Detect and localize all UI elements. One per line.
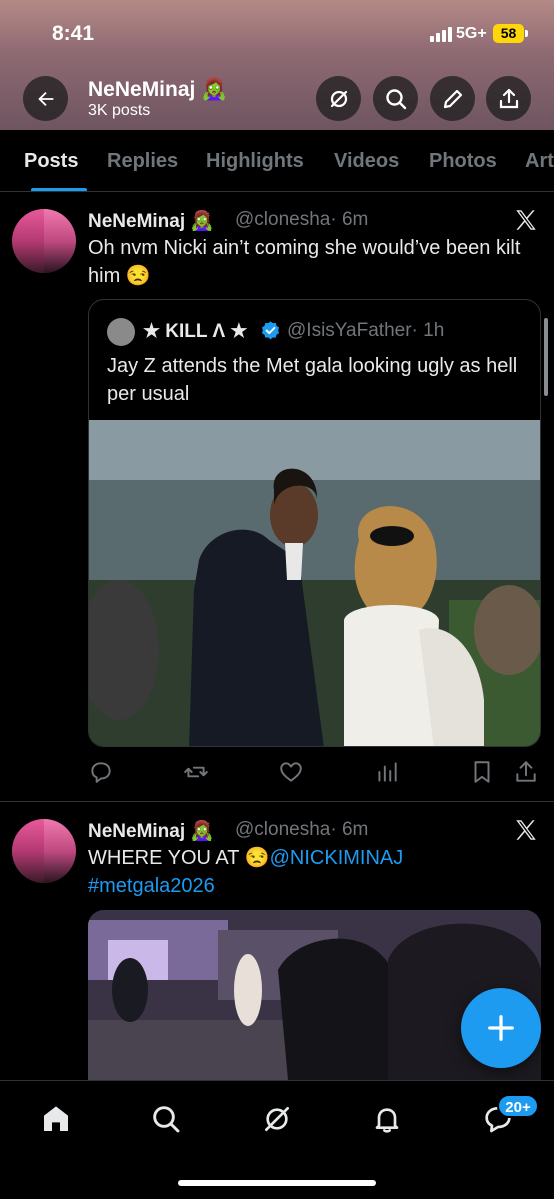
x-logo-icon: [516, 210, 536, 230]
nav-search[interactable]: [146, 1099, 186, 1139]
signal-icon: [430, 27, 452, 42]
home-icon: [44, 1106, 68, 1131]
met-gala-photo: [89, 420, 540, 746]
grok-icon: [265, 1107, 289, 1131]
quote-text: Jay Z attends the Met gala looking ugly …: [107, 355, 518, 405]
verified-badge-icon: [261, 321, 280, 340]
tab-posts[interactable]: Posts: [24, 150, 78, 173]
home-indicator[interactable]: [178, 1180, 376, 1186]
quote-author-name[interactable]: ★ KILL Λ ★: [143, 320, 247, 343]
hashtag-link[interactable]: #metgala2026: [88, 875, 215, 897]
quote-avatar[interactable]: [107, 318, 135, 346]
avatar[interactable]: [12, 209, 76, 273]
author-handle: @clonesha· 6m: [235, 819, 369, 840]
quote-photo[interactable]: [89, 420, 540, 746]
author-name[interactable]: NeNeMinaj 🧟‍♀️: [88, 209, 214, 233]
grok-icon: [330, 90, 347, 107]
tab-videos[interactable]: Videos: [334, 150, 399, 173]
nav-home[interactable]: [36, 1099, 76, 1139]
avatar[interactable]: [12, 819, 76, 883]
arrow-left-icon: [37, 91, 53, 106]
quote-author-handle: @IsisYaFather· 1h: [287, 320, 445, 341]
profile-tabs: Posts Replies Highlights Videos Photos A…: [0, 130, 554, 192]
x-logo-icon: [516, 820, 536, 840]
tab-photos[interactable]: Photos: [429, 150, 497, 173]
messages-badge: 20+: [497, 1094, 539, 1118]
search-icon: [385, 88, 406, 109]
profile-header: 8:41 5G+ 58 NeNeMinaj 🧟‍♀️ 3K posts: [0, 0, 554, 130]
tab-art[interactable]: Art: [525, 150, 554, 173]
tab-replies[interactable]: Replies: [107, 150, 178, 173]
status-time: 8:41: [52, 22, 95, 45]
quoted-post[interactable]: ★ KILL Λ ★ @IsisYaFather· 1h Jay Z atten…: [88, 299, 541, 747]
author-name[interactable]: NeNeMinaj 🧟‍♀️: [88, 819, 214, 843]
like-icon[interactable]: [278, 759, 304, 785]
repost-icon[interactable]: [183, 759, 209, 785]
post-actions: [0, 759, 554, 789]
reply-icon[interactable]: [88, 759, 114, 785]
nav-grok[interactable]: [257, 1099, 297, 1139]
pencil-icon: [443, 89, 462, 108]
post[interactable]: NeNeMinaj 🧟‍♀️ @clonesha· 6m Oh nvm Nick…: [0, 193, 554, 802]
zombie-emoji: 🧟‍♀️: [201, 78, 228, 101]
share-button[interactable]: [486, 76, 531, 121]
scrollbar[interactable]: [544, 318, 548, 396]
back-button[interactable]: [23, 76, 68, 121]
edit-button[interactable]: [430, 76, 475, 121]
grok-button[interactable]: [316, 76, 361, 121]
post-text: Oh nvm Nicki ain’t coming she would’ve b…: [88, 237, 521, 287]
nav-notifications[interactable]: [367, 1099, 407, 1139]
battery-icon: 58: [493, 24, 524, 43]
views-icon[interactable]: [374, 759, 400, 785]
network-type: 5G+: [456, 25, 487, 42]
bookmark-icon[interactable]: [469, 759, 495, 785]
post-text: WHERE YOU AT 😒@NICKIMINAJ #metgala2026: [88, 847, 404, 897]
author-handle: @clonesha· 6m: [235, 209, 369, 230]
share-post-icon[interactable]: [513, 759, 539, 785]
active-tab-indicator: [31, 188, 87, 191]
compose-button[interactable]: [461, 988, 541, 1068]
bell-icon: [375, 1108, 399, 1133]
mention-link[interactable]: @NICKIMINAJ: [270, 847, 404, 869]
search-icon: [153, 1106, 180, 1133]
battery-nub: [525, 30, 528, 37]
plus-icon: [488, 1015, 514, 1041]
post-count: 3K posts: [88, 102, 151, 119]
tab-highlights[interactable]: Highlights: [206, 150, 304, 173]
profile-name: NeNeMinaj 🧟‍♀️: [88, 78, 228, 101]
search-button[interactable]: [373, 76, 418, 121]
share-icon: [499, 88, 518, 108]
